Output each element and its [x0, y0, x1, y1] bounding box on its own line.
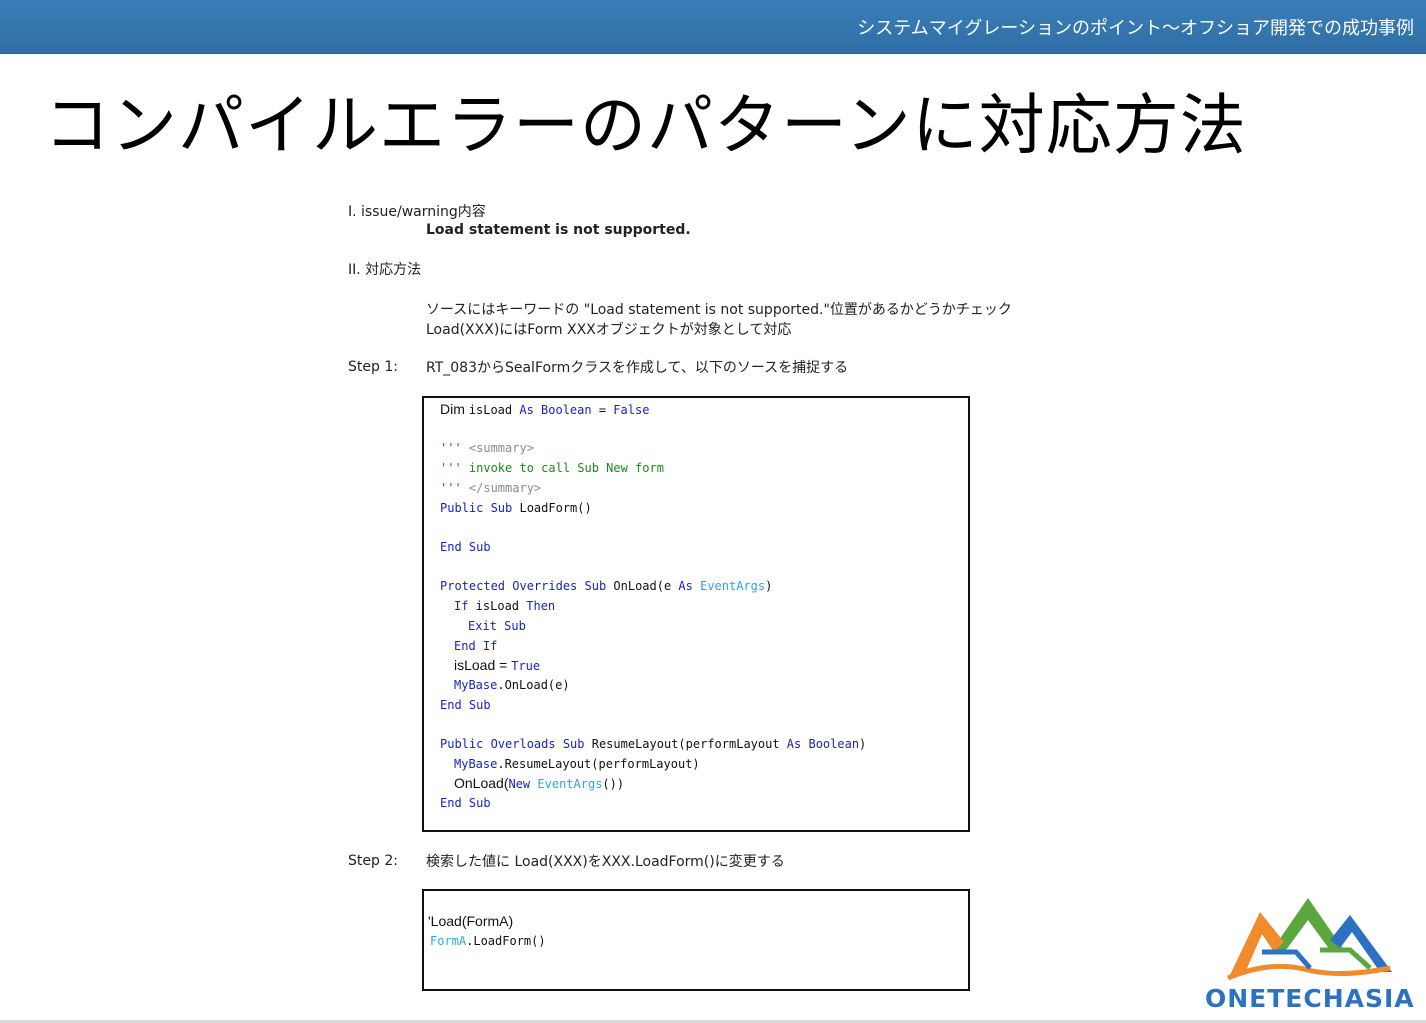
section2-label: II. 対応方法 [348, 262, 422, 278]
code-line: Public Overloads Sub ResumeLayout(perfor… [440, 737, 867, 751]
section1-body: Load statement is not supported. [426, 222, 691, 238]
code-line: End If [454, 639, 498, 653]
code-line: OnLoad(New EventArgs()) [454, 775, 625, 791]
code-box-sealform: Dim isLoad As Boolean = False ''' <summa… [422, 396, 970, 832]
code-line: End Sub [440, 796, 491, 810]
code-line: 'Load(FormA) [428, 913, 514, 929]
code-line: Dim isLoad As Boolean = False [440, 401, 650, 417]
step1-text: RT_083からSealFormクラスを作成して、以下のソースを捕捉する [426, 360, 849, 376]
code-line: Public Sub LoadForm() [440, 501, 592, 515]
step2-label: Step 2: [348, 853, 398, 869]
code-line: MyBase.ResumeLayout(performLayout) [454, 757, 700, 771]
code-line: isLoad = True [454, 657, 541, 673]
code-line: MyBase.OnLoad(e) [454, 678, 570, 692]
code-line: Protected Overrides Sub OnLoad(e As Even… [440, 579, 773, 593]
code-box-replacement: 'Load(FormA) FormA.LoadForm() [422, 889, 970, 991]
page-title: コンパイルエラーのパターンに対応方法 [44, 87, 1247, 164]
code-line: ''' </summary> [440, 481, 542, 495]
code-line: End Sub [440, 698, 491, 712]
step1-label: Step 1: [348, 359, 398, 375]
code-line: If isLoad Then [454, 599, 556, 613]
code-line: End Sub [440, 540, 491, 554]
code-line: Exit Sub [468, 619, 526, 633]
code-line: ''' invoke to call Sub New form [440, 461, 664, 475]
header-bar: システムマイグレーションのポイント〜オフショア開発での成功事例 [0, 0, 1426, 54]
logo-text: ONETECHASIA [1205, 984, 1415, 1013]
section1-label: I. issue/warning内容 [348, 204, 486, 220]
step2-text: 検索した値に Load(XXX)をXXX.LoadForm()に変更する [426, 854, 785, 870]
description-line-1: ソースにはキーワードの "Load statement is not suppo… [426, 302, 1012, 318]
code-line: ''' <summary> [440, 441, 534, 455]
description-line-2: Load(XXX)にはForm XXXオブジェクトが対象として対応 [426, 322, 792, 338]
header-title: システムマイグレーションのポイント〜オフショア開発での成功事例 [857, 18, 1414, 39]
code-line: FormA.LoadForm() [430, 934, 546, 948]
